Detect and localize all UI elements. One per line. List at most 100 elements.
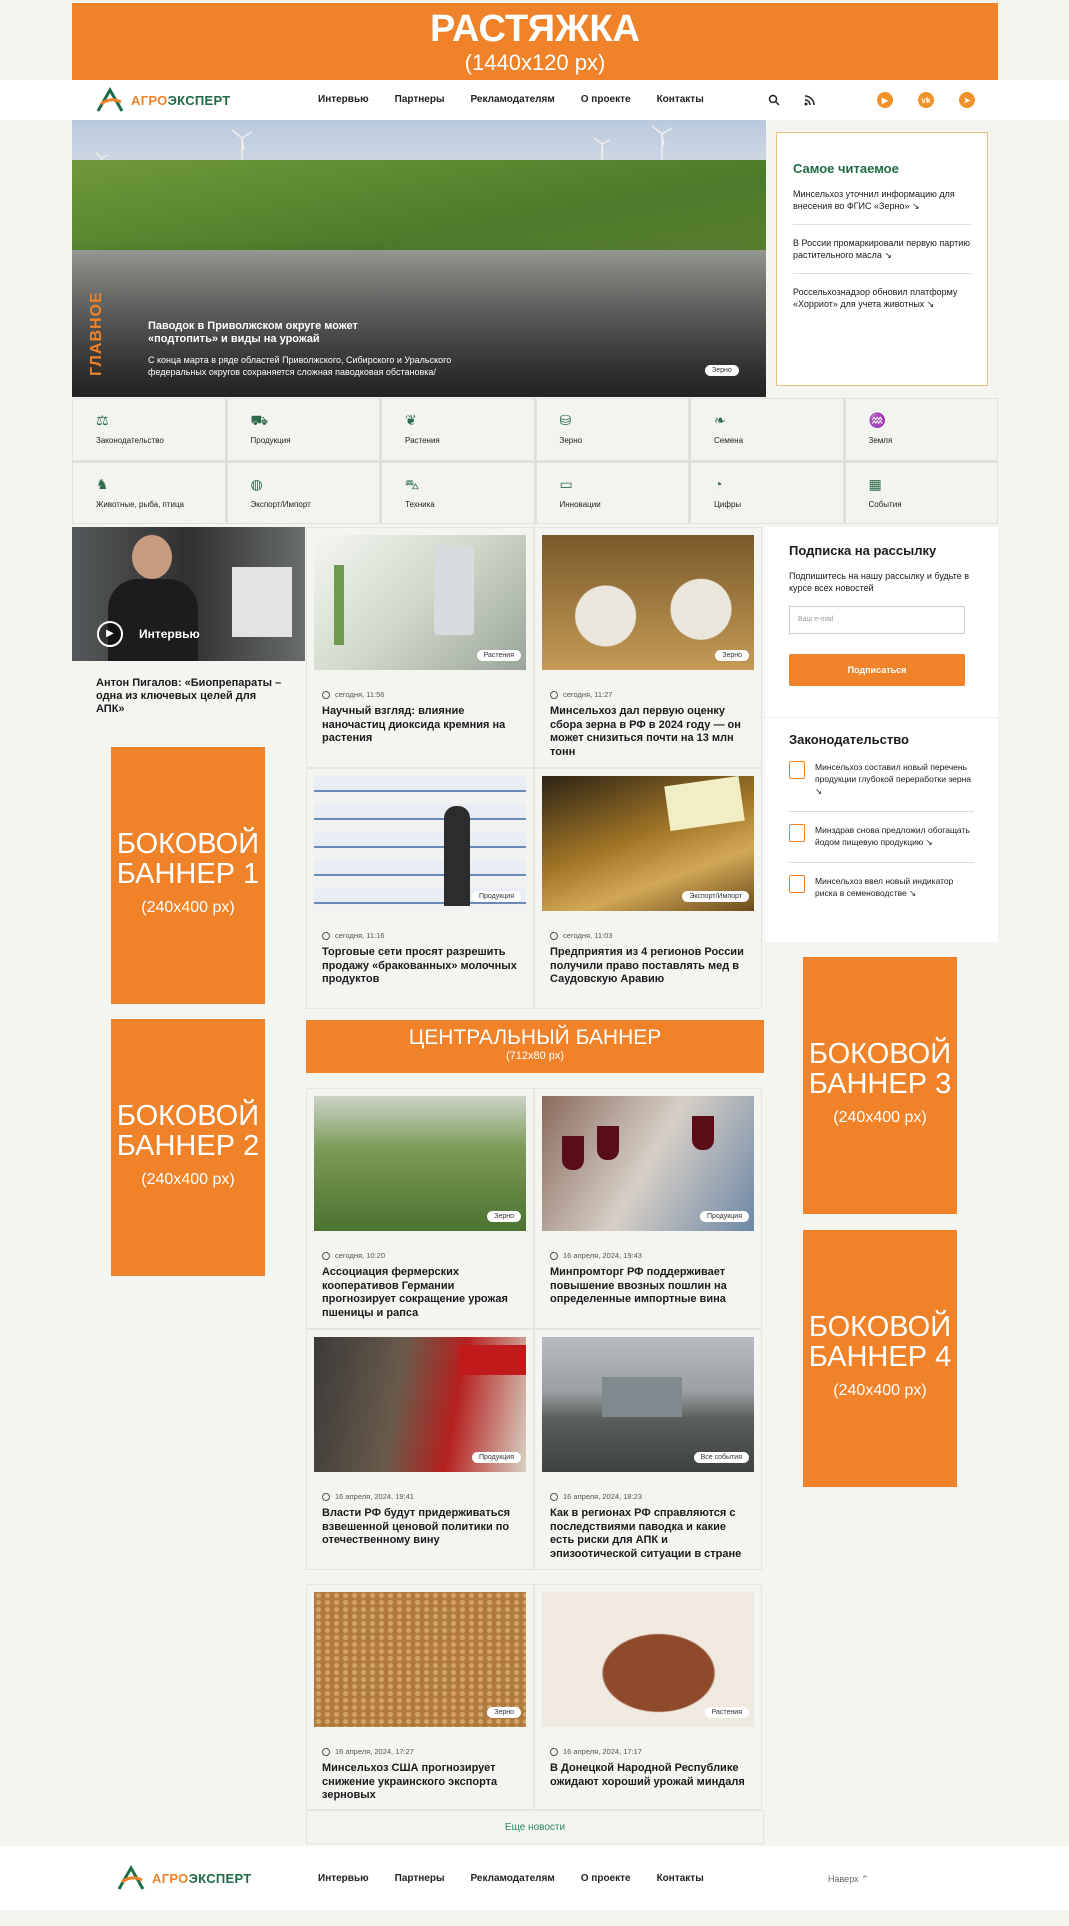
nav-contacts[interactable]: Контакты <box>657 94 704 105</box>
vk-icon[interactable]: vk <box>918 92 934 108</box>
news-image: Все события <box>542 1337 754 1472</box>
category-plants[interactable]: ❦ Растения <box>381 398 535 461</box>
side-banner-2[interactable]: БОКОВОЙ БАННЕР 2 (240x400 px) <box>111 1019 265 1276</box>
category-numbers[interactable]: ◔ Цифры <box>690 461 844 524</box>
footer-nav-advertisers[interactable]: Рекламодателям <box>471 1873 555 1884</box>
legislation-item[interactable]: Минздрав снова предложил обогащать йодом… <box>789 824 974 863</box>
news-card[interactable]: Продукция 16 апреля, 2024, 19:41 Власти … <box>306 1329 534 1570</box>
news-tag[interactable]: Продукция <box>699 1211 749 1222</box>
news-tag[interactable]: Экспорт/Импорт <box>682 891 749 902</box>
top-banner-title: РАСТЯЖКА <box>429 8 640 50</box>
more-news-button[interactable]: Еще новости <box>306 1810 764 1844</box>
category-law[interactable]: ⚖ Законодательство <box>72 398 226 461</box>
news-tag[interactable]: Зерно <box>487 1211 521 1222</box>
side-banner-size: (240x400 px) <box>833 1382 927 1399</box>
news-card[interactable]: Зерно сегодня, 11:27 Минсельхоз дал перв… <box>534 527 762 768</box>
side-banner-3[interactable]: БОКОВОЙ БАННЕР 3 (240x400 px) <box>803 957 957 1214</box>
central-banner-size: (712x80 px) <box>505 1050 565 1062</box>
youtube-icon[interactable]: ▶ <box>877 92 893 108</box>
news-card[interactable]: Зерно сегодня, 10:20 Ассоциация фермерск… <box>306 1088 534 1329</box>
news-title[interactable]: Минпромторг РФ поддерживает повышение вв… <box>550 1266 746 1307</box>
person-body <box>108 579 198 661</box>
logo-mark-icon <box>117 1865 145 1890</box>
category-products[interactable]: ⛟ Продукция <box>226 398 380 461</box>
category-land[interactable]: ♒ Земля <box>844 398 998 461</box>
hero-news[interactable]: ГЛАВНОЕ Паводок в Приволжском округе мож… <box>72 120 766 397</box>
play-icon[interactable]: ▶ <box>97 621 123 647</box>
news-tag[interactable]: Растения <box>704 1707 749 1718</box>
news-tag[interactable]: Растения <box>476 650 521 661</box>
video-card[interactable]: ▶ Интервью <box>72 527 305 661</box>
category-label: Цифры <box>714 499 742 509</box>
subscribe-button[interactable]: Подписаться <box>789 654 965 686</box>
category-innovations[interactable]: ▭ Инновации <box>535 461 689 524</box>
top-banner[interactable]: РАСТЯЖКА (1440x120 px) <box>72 3 998 80</box>
legislation-item[interactable]: Минсельхоз ввел новый индикатор риска в … <box>789 875 974 913</box>
news-card[interactable]: Экспорт/Импорт сегодня, 11:03 Предприяти… <box>534 768 762 1009</box>
category-label: События <box>868 499 902 509</box>
news-image: Растения <box>542 1592 754 1727</box>
nav-advertisers[interactable]: Рекламодателям <box>471 94 555 105</box>
footer-logo[interactable]: АГРОЭКСПЕРТ <box>116 1865 252 1891</box>
footer-nav-about[interactable]: О проекте <box>581 1873 631 1884</box>
category-label: Семена <box>714 436 744 445</box>
category-grain[interactable]: ⛁ Зерно <box>535 398 689 461</box>
nav-about[interactable]: О проекте <box>581 94 631 105</box>
news-card[interactable]: Продукция 16 апреля, 2024, 19:43 Минпром… <box>534 1088 762 1329</box>
news-card[interactable]: Зерно 16 апреля, 2024, 17:27 Минсельхоз … <box>306 1584 534 1810</box>
nav-partners[interactable]: Партнеры <box>395 94 445 105</box>
central-banner[interactable]: ЦЕНТРАЛЬНЫЙ БАННЕР (712x80 px) <box>306 1020 764 1073</box>
footer-nav-interview[interactable]: Интервью <box>318 1873 369 1884</box>
nav-interview[interactable]: Интервью <box>318 94 369 105</box>
news-title[interactable]: Минсельхоз дал первую оценку сбора зерна… <box>550 705 746 759</box>
grain-bag-icon: ⛁ <box>559 412 572 428</box>
category-seeds[interactable]: ❧ Семена <box>690 398 844 461</box>
hero-title[interactable]: Паводок в Приволжском округе может «подт… <box>148 320 408 346</box>
news-title[interactable]: Торговые сети просят разрешить продажу «… <box>322 946 518 987</box>
news-tag[interactable]: Зерно <box>487 1707 521 1718</box>
most-read-item[interactable]: В России промаркировали первую партию ра… <box>793 237 971 274</box>
news-title[interactable]: Научный взгляд: влияние наночастиц диокс… <box>322 705 518 746</box>
legislation-item[interactable]: Минсельхоз составил новый перечень проду… <box>789 761 974 812</box>
most-read-item[interactable]: Минсельхоз уточнил информацию для внесен… <box>793 188 971 225</box>
news-tag[interactable]: Продукция <box>471 1452 521 1463</box>
main-nav: Интервью Партнеры Рекламодателям О проек… <box>318 94 730 105</box>
category-events[interactable]: ▦ События <box>844 461 998 524</box>
side-banner-4[interactable]: БОКОВОЙ БАННЕР 4 (240x400 px) <box>803 1230 957 1487</box>
category-animals[interactable]: ♞ Животные, рыба, птица <box>72 461 226 524</box>
side-banner-1[interactable]: БОКОВОЙ БАННЕР 1 (240x400 px) <box>111 747 265 1004</box>
news-card[interactable]: Продукция сегодня, 11:16 Торговые сети п… <box>306 768 534 1009</box>
news-card[interactable]: Все события 16 апреля, 2024, 18:23 Как в… <box>534 1329 762 1570</box>
logo-text-expert: ЭКСПЕРТ <box>167 92 231 108</box>
category-export[interactable]: ◍ Экспорт/Импорт <box>226 461 380 524</box>
news-title[interactable]: Ассоциация фермерских кооперативов Герма… <box>322 1266 518 1320</box>
news-card[interactable]: Растения сегодня, 11:56 Научный взгляд: … <box>306 527 534 768</box>
news-title[interactable]: В Донецкой Народной Республике ожидают х… <box>550 1762 746 1789</box>
news-title[interactable]: Как в регионах РФ справляются с последст… <box>550 1507 746 1561</box>
news-title[interactable]: Власти РФ будут придерживаться взвешенно… <box>322 1507 518 1548</box>
news-tag[interactable]: Зерно <box>715 650 749 661</box>
site-footer: АГРОЭКСПЕРТ Интервью Партнеры Рекламодат… <box>0 1846 1069 1910</box>
video-title[interactable]: Антон Пигалов: «Биопрепараты – одна из к… <box>96 677 286 716</box>
news-title[interactable]: Минсельхоз США прогнозирует снижение укр… <box>322 1762 518 1803</box>
news-time: сегодня, 11:56 <box>335 690 385 699</box>
rss-icon[interactable] <box>801 92 817 108</box>
news-title[interactable]: Предприятия из 4 регионов России получил… <box>550 946 746 987</box>
email-input[interactable]: Ваш e-mail <box>789 606 965 634</box>
most-read-item[interactable]: Россельхознадзор обновил платформу «Хорр… <box>793 286 971 322</box>
back-to-top-button[interactable]: Наверх ⌃ <box>828 1874 869 1885</box>
globe-icon: ◍ <box>250 475 263 492</box>
land-icon: ♒ <box>868 412 886 428</box>
telegram-icon[interactable]: ➤ <box>959 92 975 108</box>
footer-nav-partners[interactable]: Партнеры <box>395 1873 445 1884</box>
news-tag[interactable]: Все события <box>693 1452 749 1463</box>
site-logo[interactable]: АГРОЭКСПЕРТ <box>95 87 231 113</box>
hero-tag[interactable]: Зерно <box>705 365 739 376</box>
logo-text-expert: ЭКСПЕРТ <box>188 1870 252 1886</box>
news-card[interactable]: Растения 16 апреля, 2024, 17:17 В Донецк… <box>534 1584 762 1810</box>
footer-nav-contacts[interactable]: Контакты <box>657 1873 704 1884</box>
category-machinery[interactable]: ⛍ Техника <box>381 461 535 524</box>
news-tag[interactable]: Продукция <box>471 891 521 902</box>
category-label: Зерно <box>559 436 583 445</box>
search-icon[interactable] <box>766 92 782 108</box>
